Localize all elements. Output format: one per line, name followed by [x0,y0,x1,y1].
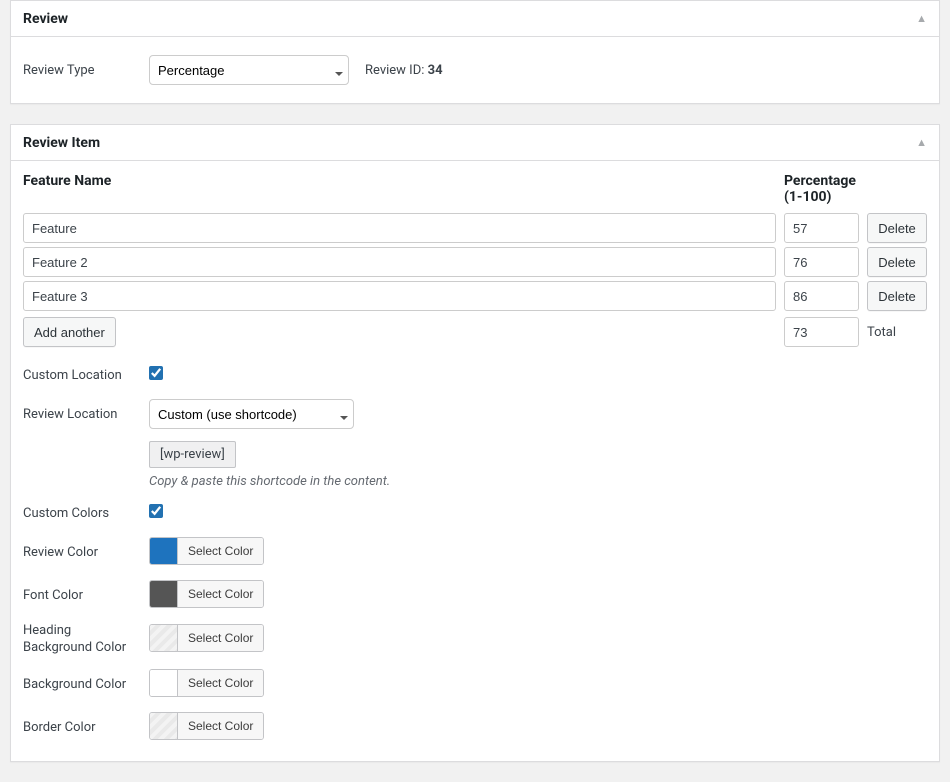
feature-row: Delete [23,281,927,311]
panel-review-item-header: Review Item ▲ [11,125,939,161]
border-color-label: Border Color [23,720,133,735]
border-color-button[interactable]: Select Color [178,713,263,739]
feature-row: Delete [23,213,927,243]
bg-color-button[interactable]: Select Color [178,670,263,696]
panel-review-item: Review Item ▲ Feature Name Percentage(1-… [10,124,940,762]
font-color-swatch [150,581,178,607]
panel-review-toggle[interactable]: ▲ [916,12,927,25]
review-color-button[interactable]: Select Color [178,538,263,564]
add-another-wrap: Add another [23,317,116,347]
col-header-pct: Percentage(1-100) [784,173,859,205]
border-color-swatch [150,713,178,739]
custom-colors-label: Custom Colors [23,506,133,521]
feature-pct-input[interactable] [784,247,859,277]
custom-colors-checkbox[interactable] [149,504,163,518]
review-type-select[interactable]: Percentage [149,55,349,85]
panel-review-item-title: Review Item [23,135,100,151]
review-color-label: Review Color [23,545,133,560]
review-color-picker[interactable]: Select Color [149,537,264,565]
review-location-label: Review Location [23,407,133,422]
font-color-picker[interactable]: Select Color [149,580,264,608]
feature-name-input[interactable] [23,247,776,277]
feature-delete-button[interactable]: Delete [867,247,927,277]
feature-row: Delete [23,247,927,277]
panel-review-header: Review ▲ [11,1,939,37]
review-id: Review ID: 34 [365,63,443,78]
feature-delete-button[interactable]: Delete [867,281,927,311]
custom-location-label: Custom Location [23,368,133,383]
shortcode-hint: Copy & paste this shortcode in the conte… [149,474,390,489]
feature-name-input[interactable] [23,281,776,311]
shortcode-box[interactable]: [wp-review] [149,441,236,468]
font-color-button[interactable]: Select Color [178,581,263,607]
panel-review-item-toggle[interactable]: ▲ [916,136,927,149]
heading-bg-color-button[interactable]: Select Color [178,625,263,651]
panel-review-title: Review [23,11,68,27]
feature-table: Feature Name Percentage(1-100) Delete Del… [23,173,927,347]
bg-color-label: Background Color [23,677,133,692]
feature-delete-button[interactable]: Delete [867,213,927,243]
review-location-select-wrap[interactable]: Custom (use shortcode) [149,399,354,429]
border-color-picker[interactable]: Select Color [149,712,264,740]
total-label: Total [867,325,927,340]
total-value-input[interactable] [784,317,859,347]
review-location-select[interactable]: Custom (use shortcode) [149,399,354,429]
heading-bg-color-swatch [150,625,178,651]
col-header-name: Feature Name [23,173,776,205]
feature-name-input[interactable] [23,213,776,243]
font-color-label: Font Color [23,588,133,603]
heading-bg-color-label: Heading Background Color [23,623,133,657]
feature-pct-input[interactable] [784,213,859,243]
add-another-button[interactable]: Add another [23,317,116,347]
review-type-label: Review Type [23,63,133,78]
bg-color-picker[interactable]: Select Color [149,669,264,697]
panel-review: Review ▲ Review Type Percentage Review I… [10,0,940,104]
review-type-select-wrap[interactable]: Percentage [149,55,349,85]
feature-pct-input[interactable] [784,281,859,311]
review-color-swatch [150,538,178,564]
custom-location-checkbox[interactable] [149,366,163,380]
heading-bg-color-picker[interactable]: Select Color [149,624,264,652]
bg-color-swatch [150,670,178,696]
